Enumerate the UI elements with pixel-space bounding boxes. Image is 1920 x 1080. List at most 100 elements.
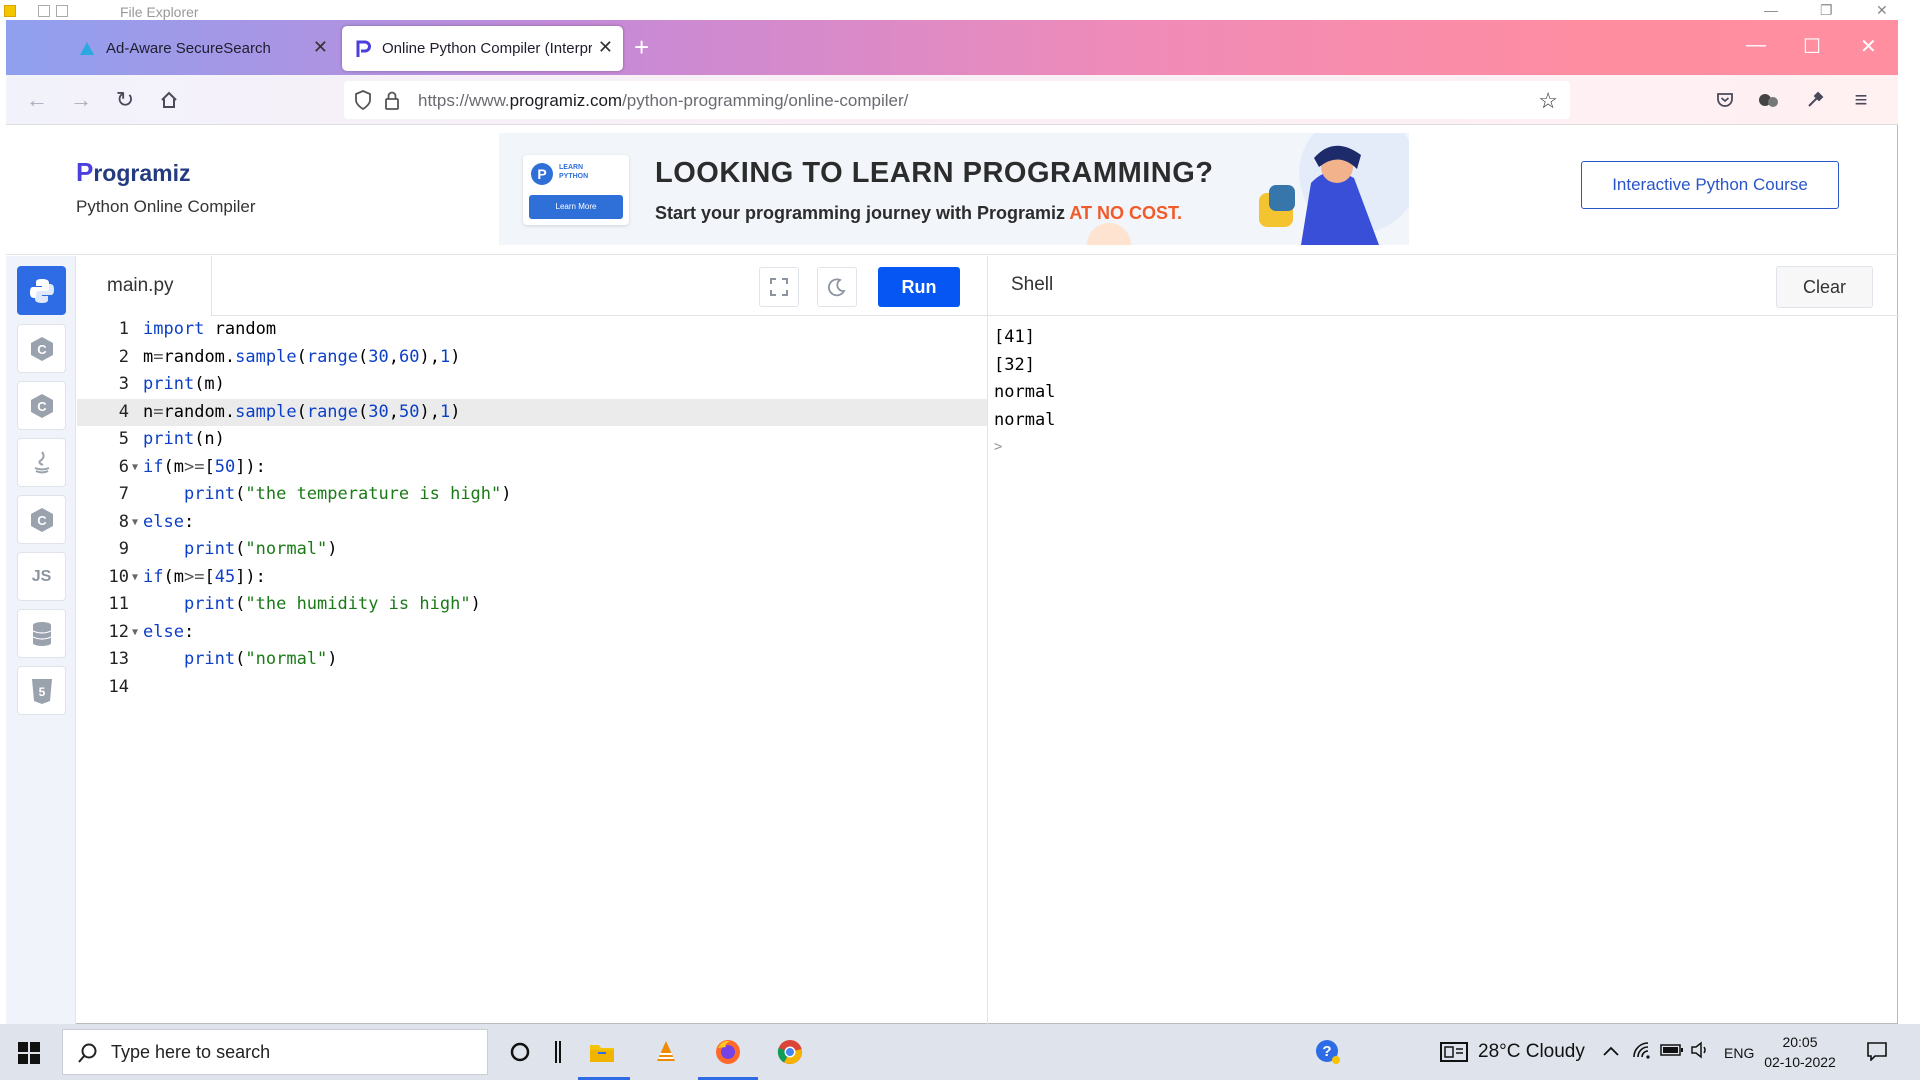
- eyedropper-icon[interactable]: [1802, 87, 1828, 113]
- file-explorer-titlebar: File Explorer — ❐ ✕: [0, 0, 1920, 20]
- dark-mode-icon[interactable]: [817, 267, 857, 307]
- file-explorer-taskbar-icon[interactable]: [582, 1034, 622, 1070]
- language-indicator[interactable]: ENG: [1724, 1045, 1754, 1061]
- explorer-close-icon[interactable]: ✕: [1876, 2, 1888, 19]
- fold-arrow-icon[interactable]: ▼: [132, 454, 138, 482]
- editor-toolbar: main.py Run: [77, 256, 987, 316]
- reload-icon[interactable]: ↻: [112, 87, 138, 113]
- shell-output[interactable]: [41] [32] normal normal >: [994, 324, 1055, 462]
- line-number: 10: [108, 566, 129, 587]
- explorer-restore-icon[interactable]: ❐: [1820, 2, 1833, 19]
- code-text: print("normal"): [183, 539, 338, 559]
- maximize-icon[interactable]: ☐: [1803, 34, 1821, 59]
- line-number: 6: [118, 456, 129, 477]
- forward-icon[interactable]: →: [68, 87, 94, 113]
- fold-arrow-icon[interactable]: ▼: [132, 564, 138, 592]
- programiz-logo[interactable]: Programiz: [76, 157, 190, 188]
- extensions-icon[interactable]: [1756, 87, 1782, 113]
- code-line[interactable]: 5 print(n): [77, 426, 987, 454]
- battery-icon[interactable]: [1660, 1041, 1684, 1063]
- cpp-language-icon[interactable]: C: [17, 381, 66, 430]
- close-tab-icon[interactable]: ✕: [598, 37, 613, 58]
- navigation-bar: ← → ↻ https://www.programiz.com/python-p…: [6, 75, 1898, 125]
- cortana-icon[interactable]: [500, 1034, 540, 1070]
- java-icon[interactable]: [17, 438, 66, 487]
- minimize-icon[interactable]: —: [1746, 34, 1766, 57]
- shell-prompt[interactable]: >: [994, 434, 1055, 462]
- explorer-minimize-icon[interactable]: —: [1764, 2, 1778, 18]
- notifications-icon[interactable]: [1866, 1041, 1888, 1067]
- fold-arrow-icon[interactable]: ▼: [132, 509, 138, 537]
- windows-taskbar: Type here to search ? 28°C Cloudy ENG 20…: [0, 1024, 1920, 1080]
- fold-arrow-icon[interactable]: ▼: [132, 619, 138, 647]
- bookmark-star-icon[interactable]: ☆: [1538, 88, 1558, 114]
- code-text: print("normal"): [183, 649, 338, 669]
- file-tab-main[interactable]: main.py: [77, 256, 212, 316]
- code-line[interactable]: 4 n=random.sample(range(30,50),1): [77, 398, 987, 426]
- svg-text:?: ?: [1322, 1043, 1331, 1060]
- shield-icon[interactable]: [354, 90, 372, 115]
- banner-learn-more[interactable]: Learn More: [529, 195, 623, 219]
- volume-icon[interactable]: [1690, 1041, 1712, 1065]
- code-line[interactable]: 3 print(m): [77, 371, 987, 399]
- wifi-icon[interactable]: [1632, 1041, 1652, 1065]
- c-language-icon[interactable]: C: [17, 324, 66, 373]
- lock-icon[interactable]: [384, 90, 400, 115]
- line-number: 7: [118, 484, 129, 504]
- firefox-icon[interactable]: [708, 1034, 748, 1070]
- weather-text[interactable]: 28°C Cloudy: [1478, 1041, 1585, 1063]
- html5-icon[interactable]: 5: [17, 666, 66, 715]
- url-text[interactable]: https://www.programiz.com/python-program…: [418, 91, 908, 111]
- interactive-course-button[interactable]: Interactive Python Course: [1581, 161, 1839, 209]
- code-line[interactable]: 1 import random: [77, 316, 987, 344]
- home-icon[interactable]: [156, 87, 182, 113]
- code-line[interactable]: 7 print("the temperature is high"): [77, 481, 987, 509]
- code-line[interactable]: 2 m=random.sample(range(30,60),1): [77, 344, 987, 372]
- pocket-icon[interactable]: [1712, 87, 1738, 113]
- python-icon[interactable]: [17, 266, 66, 315]
- code-area[interactable]: 1 import random 2 m=random.sample(range(30,…: [77, 316, 987, 701]
- back-icon[interactable]: ←: [24, 87, 50, 113]
- fullscreen-icon[interactable]: [759, 267, 799, 307]
- code-line[interactable]: 8 ▼ else:: [77, 509, 987, 537]
- database-icon[interactable]: [17, 609, 66, 658]
- browser-window: Ad-Aware SecureSearch ✕ Online Python Co…: [6, 20, 1899, 1024]
- code-line[interactable]: 12 ▼ else:: [77, 619, 987, 647]
- search-placeholder: Type here to search: [111, 1041, 271, 1062]
- tab-adaware[interactable]: Ad-Aware SecureSearch ✕: [66, 26, 338, 71]
- code-line[interactable]: 14: [77, 674, 987, 702]
- windows-start-icon[interactable]: [18, 1042, 40, 1064]
- task-view-icon[interactable]: [538, 1034, 578, 1070]
- line-number: 13: [108, 649, 129, 669]
- weather-icon[interactable]: [1440, 1041, 1468, 1069]
- banner-p-icon: P: [531, 163, 553, 185]
- address-bar[interactable]: https://www.programiz.com/python-program…: [344, 81, 1570, 119]
- code-line[interactable]: 9 print("normal"): [77, 536, 987, 564]
- taskbar-search-input[interactable]: Type here to search: [62, 1029, 488, 1075]
- javascript-icon[interactable]: JS: [17, 552, 66, 601]
- code-line[interactable]: 6 ▼ if(m>=[50]):: [77, 454, 987, 482]
- code-text: if(m>=[50]):: [143, 456, 266, 477]
- tab-programiz[interactable]: Online Python Compiler (Interpreter) ✕: [342, 26, 623, 71]
- vlc-icon[interactable]: [646, 1034, 686, 1070]
- close-tab-icon[interactable]: ✕: [313, 37, 328, 58]
- code-line[interactable]: 11 print("the humidity is high"): [77, 591, 987, 619]
- code-line[interactable]: 13 print("normal"): [77, 646, 987, 674]
- code-text: else:: [143, 621, 195, 642]
- run-button[interactable]: Run: [878, 267, 960, 307]
- properties-icon[interactable]: [38, 5, 50, 17]
- taskbar-clock[interactable]: 20:05 02-10-2022: [1760, 1032, 1840, 1072]
- csharp-language-icon[interactable]: C: [17, 495, 66, 544]
- ad-banner[interactable]: P LEARN PYTHON Learn More LOOKING TO LEA…: [499, 133, 1409, 245]
- new-folder-icon[interactable]: [56, 5, 68, 17]
- menu-icon[interactable]: ≡: [1848, 87, 1874, 113]
- chrome-icon[interactable]: [770, 1034, 810, 1070]
- close-window-icon[interactable]: ✕: [1860, 34, 1877, 59]
- help-icon[interactable]: ?: [1308, 1034, 1348, 1070]
- new-tab-icon[interactable]: +: [634, 32, 649, 63]
- banner-subtitle-text: Start your programming journey with Prog…: [655, 203, 1070, 223]
- code-line[interactable]: 10 ▼ if(m>=[45]):: [77, 564, 987, 592]
- clear-button[interactable]: Clear: [1776, 266, 1873, 308]
- chevron-up-icon[interactable]: [1602, 1041, 1620, 1063]
- shell-output-line: normal: [994, 409, 1056, 430]
